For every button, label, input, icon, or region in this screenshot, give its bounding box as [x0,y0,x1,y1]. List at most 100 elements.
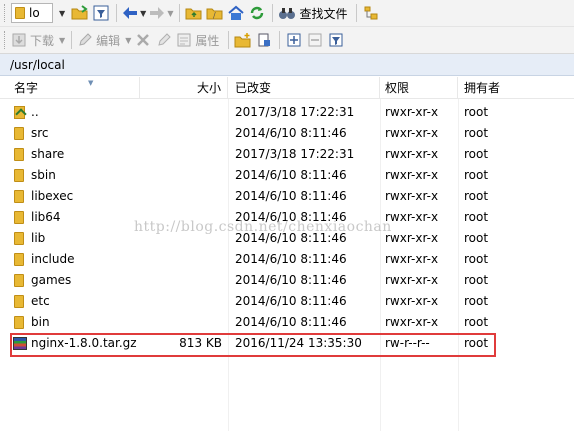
tree-view-button[interactable] [362,3,380,23]
file-permissions: rwxr-xr-x [385,168,439,182]
file-permissions: rw-r--r-- [385,336,430,350]
download-button[interactable]: 下载 ▼ [11,30,65,50]
toolbar-separator [116,4,118,22]
new-folder-button[interactable] [234,30,252,50]
root-folder-icon: / [206,5,224,21]
chevron-down-icon[interactable]: ▼ [59,36,65,45]
column-header-size[interactable]: 大小 [140,77,228,99]
file-list-header: 名字 ▼ 大小 已改变 权限 拥有者 [0,77,574,99]
toolbar-separator [356,4,358,22]
file-row[interactable]: .. 2017/3/18 17:22:31 rwxr-xr-x root [0,102,574,123]
file-owner: root [464,294,489,308]
select-all-button[interactable] [285,30,303,50]
home-button[interactable] [227,3,245,23]
current-path-bar[interactable]: /usr/local [0,54,574,76]
properties-button[interactable]: 属性 [176,30,222,50]
file-row[interactable]: etc 2014/6/10 8:11:46 rwxr-xr-x root [0,291,574,312]
file-permissions: rwxr-xr-x [385,189,439,203]
filter-button[interactable] [92,3,110,23]
edit-label: 编辑 [96,33,121,48]
rename-icon [156,32,172,48]
file-size [150,249,222,270]
file-size [150,144,222,165]
back-arrow-icon [122,6,138,20]
toolbar-separator [179,4,181,22]
back-button[interactable]: ▼ [122,3,146,23]
svg-text:/: / [213,11,216,20]
file-size [150,186,222,207]
file-permissions: rwxr-xr-x [385,294,439,308]
column-header-name[interactable]: 名字 ▼ [10,77,140,99]
open-folder-button[interactable] [71,3,89,23]
new-folder-icon [234,32,252,48]
folder-icon [14,316,24,329]
file-permissions: rwxr-xr-x [385,126,439,140]
file-row[interactable]: sbin 2014/6/10 8:11:46 rwxr-xr-x root [0,165,574,186]
column-permissions-label: 权限 [385,81,410,95]
rename-button[interactable] [155,30,173,50]
folder-icon [14,148,24,161]
file-permissions: rwxr-xr-x [385,147,439,161]
delete-button[interactable] [134,30,152,50]
file-size: 813 KB [179,336,222,350]
file-permissions: rwxr-xr-x [385,231,439,245]
toolbar-separator [272,4,274,22]
forward-button[interactable]: ▼ [149,3,173,23]
column-header-modified[interactable]: 已改变 [228,77,380,99]
deselect-button[interactable] [306,30,324,50]
toolbar-grip[interactable] [4,31,7,49]
file-row[interactable]: games 2014/6/10 8:11:46 rwxr-xr-x root [0,270,574,291]
current-path: /usr/local [10,57,65,72]
file-permissions: rwxr-xr-x [385,315,439,329]
path-combo[interactable]: lo [11,3,53,23]
file-row[interactable]: include 2014/6/10 8:11:46 rwxr-xr-x root [0,249,574,270]
file-row[interactable]: lib 2014/6/10 8:11:46 rwxr-xr-x root [0,228,574,249]
file-row[interactable]: src 2014/6/10 8:11:46 rwxr-xr-x root [0,123,574,144]
toolbar-grip[interactable] [4,4,7,22]
file-size [150,207,222,228]
download-label: 下载 [30,33,55,48]
chevron-down-icon[interactable]: ▼ [125,36,131,45]
chevron-down-icon[interactable]: ▼ [167,9,173,18]
column-header-permissions[interactable]: 权限 [380,77,458,99]
file-row[interactable]: libexec 2014/6/10 8:11:46 rwxr-xr-x root [0,186,574,207]
column-owner-label: 拥有者 [464,81,501,95]
minus-box-icon [307,32,323,48]
file-modified: 2017/3/18 17:22:31 [235,147,355,161]
file-row[interactable]: share 2017/3/18 17:22:31 rwxr-xr-x root [0,144,574,165]
refresh-button[interactable] [248,3,266,23]
filter-select-button[interactable] [327,30,345,50]
file-owner: root [464,105,489,119]
parent-directory-button[interactable] [185,3,203,23]
file-size [150,312,222,333]
main-toolbar: lo ▼ ▼ ▼ / 查找文件 [0,0,574,27]
path-combo-value: lo [29,6,40,20]
root-directory-button[interactable]: / [206,3,224,23]
pencil-icon [77,32,93,48]
file-size [150,165,222,186]
find-files-button[interactable]: 查找文件 [278,3,350,23]
column-modified-label: 已改变 [235,81,272,95]
file-toolbar: 下载 ▼ 编辑 ▼ 属性 [0,27,574,54]
file-modified: 2017/3/18 17:22:31 [235,105,355,119]
file-row[interactable]: bin 2014/6/10 8:11:46 rwxr-xr-x root [0,312,574,333]
file-modified: 2016/11/24 13:35:30 [235,336,362,350]
file-permissions: rwxr-xr-x [385,105,439,119]
properties-label: 属性 [195,33,220,48]
path-combo-dropdown[interactable]: ▼ [59,9,65,18]
file-row[interactable]: lib64 2014/6/10 8:11:46 rwxr-xr-x root [0,207,574,228]
chevron-down-icon[interactable]: ▼ [140,9,146,18]
file-owner: root [464,252,489,266]
file-owner: root [464,210,489,224]
edit-button[interactable]: 编辑 ▼ [77,30,131,50]
column-header-owner[interactable]: 拥有者 [458,77,574,99]
file-modified: 2014/6/10 8:11:46 [235,273,347,287]
forward-arrow-icon [149,6,165,20]
file-modified: 2014/6/10 8:11:46 [235,231,347,245]
file-owner: root [464,126,489,140]
file-row[interactable]: nginx-1.8.0.tar.gz 813 KB 2016/11/24 13:35… [0,333,574,354]
file-permissions: rwxr-xr-x [385,210,439,224]
new-file-button[interactable] [255,30,273,50]
folder-icon [14,274,24,287]
folder-icon [14,127,24,140]
